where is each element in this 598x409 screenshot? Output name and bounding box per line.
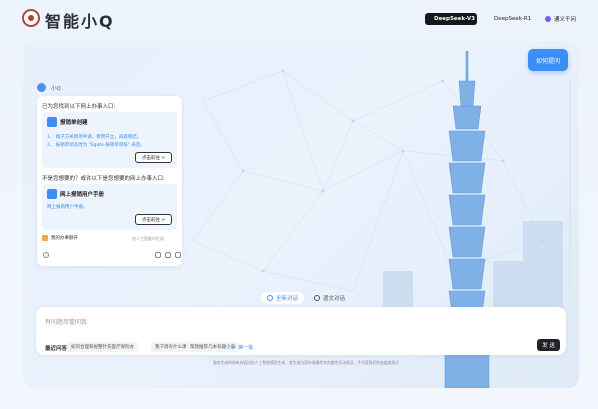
model-label: DeepSeek-V3 [434,16,476,22]
university-logo-icon [22,9,40,27]
tongyi-icon [545,16,551,22]
bot-response-card: 已为您找到以下网上办事入口: 报销单创建 1、 端子方关明项申请，费用开立，再提… [37,96,182,266]
go-button[interactable]: 点击前往 > [135,214,172,225]
disclaimer-text: 服务生成的所有内容均由人工智能模型生成，其生成内容的准确性和完整性无法保证，不代… [213,360,400,365]
document-icon [47,117,57,127]
copy-icon[interactable] [155,252,161,258]
recent-question-chip[interactable]: 我下周有什么课 [151,342,191,352]
entry-line: 网上报销用户手册。 [47,205,88,210]
tab-new-chat[interactable]: 全新对话 [261,292,305,304]
chat-main-panel: 如何提问 小Q 已为您找到以下网上办事入口: 报销单创建 1、 端子方关明项申请… [23,41,579,388]
scrollbar[interactable] [569,81,571,291]
chat-icon [267,295,273,301]
entry-card-manual: 网上报销用户手册 网上报销用户手册。 点击前往 > [42,184,177,230]
tag-pill[interactable]: 我的办事额开 [42,235,78,241]
document-icon [314,295,320,301]
model-deepseek-r1-button[interactable]: DeepSeek-R1 [485,13,533,25]
tag-icon [42,235,48,241]
model-label: 通义千问 [554,17,577,23]
entry-card-reimbursement: 报销单创建 1、 端子方关明项申请，费用开立，再提钱结。 2、 报销单状态改为 … [42,112,177,168]
thumbs-down-icon[interactable] [175,252,181,258]
tab-label: 全新对话 [276,296,299,302]
thumbs-up-icon[interactable] [165,252,171,258]
model-deepseek-v3-button[interactable]: DeepSeek-V3 [425,13,477,25]
tag-label: 我的办事额开 [51,236,78,241]
model-tongyi-button[interactable]: 通义千问 [539,13,587,25]
entry-title: 网上报销用户手册 [60,192,105,198]
go-button[interactable]: 点击前往 > [135,152,172,163]
ai-generated-note: 由人工智能AI生成 [132,236,164,241]
bot-name: 小Q [51,86,61,92]
card-intro: 已为您找到以下网上办事入口: [42,104,116,110]
recent-question-chip[interactable]: 如何合理和规整针先医疗保险办 [67,342,138,352]
entry-line: 2、 报销单状态改为 "Egate-报销单审核" 表签。 [47,143,145,148]
entry-line: 1、 端子方关明项申请，费用开立，再提钱结。 [47,135,142,140]
header: 智能小Q DeepSeek-V3 DeepSeek-R1 通义千问 [0,0,598,36]
card-question: 不是您想要的？或许以下是您想要的网上办事入口: [42,176,165,182]
reload-icon[interactable] [43,252,49,258]
recent-questions-label: 最近问答 [45,346,68,352]
entry-title: 报销单创建 [60,120,88,126]
chat-input-placeholder[interactable]: 有问题尽管问我 [45,317,87,326]
swap-label: 换一批 [238,345,254,351]
send-button[interactable]: 发 送 [537,339,560,351]
chat-input-box[interactable]: 有问题尽管问我 最近问答 如何合理和规整针先医疗保险办 我下周有什么课 帮我推荐… [36,307,566,355]
brand-title: 智能小Q [45,12,115,31]
refresh-icon: ⟳ [232,344,237,351]
tab-doc-chat[interactable]: 遗文对话 [308,292,351,304]
document-icon [47,189,57,199]
model-label: DeepSeek-R1 [494,16,532,22]
bot-avatar [37,83,46,92]
how-to-ask-button[interactable]: 如何提问 [528,49,568,71]
swap-questions-button[interactable]: ⟳ 换一批 [232,344,254,352]
tab-label: 遗文对话 [323,296,346,302]
